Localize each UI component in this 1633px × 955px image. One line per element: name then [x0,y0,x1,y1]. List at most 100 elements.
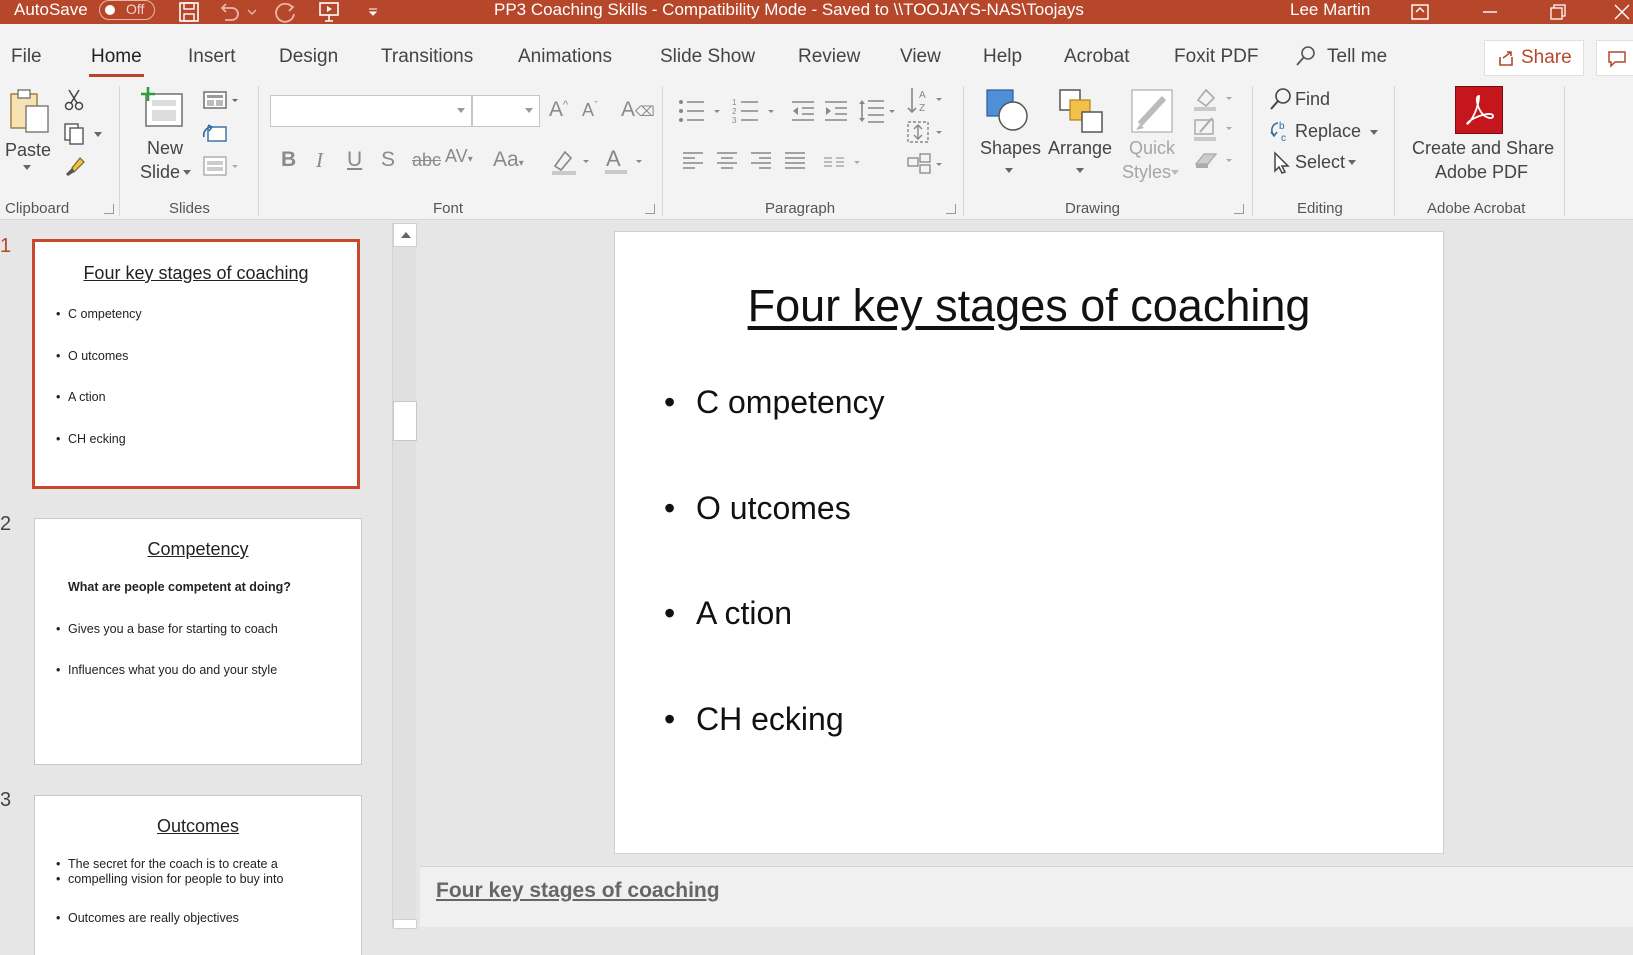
undo-dropdown-icon[interactable] [246,0,258,24]
justify-icon[interactable] [782,148,808,174]
slide-bullet[interactable]: A ction [664,595,792,632]
new-slide-icon[interactable] [140,86,186,130]
convert-to-smartart-icon[interactable] [906,152,944,176]
tab-help[interactable]: Help [983,46,1022,68]
select-label[interactable]: Select [1295,150,1345,174]
find-icon[interactable] [1268,86,1294,112]
paste-label[interactable]: Paste [5,138,51,162]
scroll-thumb[interactable] [393,401,417,441]
strikethrough-icon[interactable]: abc [412,150,441,171]
arrange-label[interactable]: Arrange [1048,136,1112,160]
tab-transitions[interactable]: Transitions [381,46,473,68]
paste-dropdown-icon[interactable] [20,162,34,172]
change-case-icon[interactable]: Aa▾ [493,148,524,172]
line-spacing-icon[interactable] [858,98,898,124]
adobe-pdf-icon[interactable] [1455,86,1503,134]
current-slide[interactable]: Four key stages of coaching C ompetency … [614,231,1444,854]
notes-text[interactable]: Four key stages of coaching [436,879,720,903]
replace-dropdown-icon[interactable] [1368,128,1380,136]
font-size-combo[interactable] [472,95,540,127]
undo-icon[interactable] [216,0,242,24]
tab-insert[interactable]: Insert [188,46,236,68]
select-cursor-icon[interactable] [1268,150,1294,176]
format-painter-icon[interactable] [62,154,86,178]
underline-icon[interactable]: U [347,148,362,172]
scroll-up-arrow-icon[interactable] [393,223,417,247]
font-launcher-icon[interactable] [645,204,655,214]
slide-bullet[interactable]: C ompetency [664,384,884,421]
quick-styles-label-2[interactable]: Styles [1122,160,1171,184]
shape-fill-icon[interactable] [1192,86,1238,112]
copy-icon[interactable] [62,122,86,146]
select-dropdown-icon[interactable] [1346,158,1358,166]
comments-button[interactable] [1596,40,1633,76]
user-name[interactable]: Lee Martin [1290,0,1370,20]
tab-slide-show[interactable]: Slide Show [660,46,755,68]
shapes-icon[interactable] [985,88,1031,134]
lightbulb-search-icon[interactable] [1295,45,1319,69]
thumbnail-scrollbar[interactable] [392,223,417,929]
slide-thumbnail-3[interactable]: Outcomes The secret for the coach is to … [34,795,362,955]
tab-file[interactable]: File [11,46,42,68]
character-spacing-icon[interactable]: AV▾ [445,146,473,167]
drawing-launcher-icon[interactable] [1234,204,1244,214]
increase-font-size-icon[interactable]: A^ [549,98,568,122]
italic-icon[interactable]: I [316,148,323,173]
shape-effects-icon[interactable] [1192,148,1238,174]
slide-bullet[interactable]: O utcomes [664,490,851,527]
shapes-dropdown-icon[interactable] [1003,166,1015,174]
bullets-icon[interactable] [678,98,726,124]
tab-animations[interactable]: Animations [518,46,612,68]
shapes-label[interactable]: Shapes [980,136,1041,160]
tab-view[interactable]: View [900,46,941,68]
find-label[interactable]: Find [1295,87,1330,111]
minimize-icon[interactable] [1478,0,1502,24]
tab-foxit-pdf[interactable]: Foxit PDF [1174,46,1258,68]
new-slide-dropdown-icon[interactable] [182,168,192,176]
redo-icon[interactable] [272,0,300,24]
autosave-toggle[interactable]: Off [99,0,155,20]
scroll-down-arrow-icon[interactable] [393,919,417,929]
section-icon[interactable] [202,154,242,178]
decrease-font-size-icon[interactable]: Aˇ [582,100,598,121]
quick-styles-icon[interactable] [1130,88,1176,134]
notes-pane[interactable]: Four key stages of coaching [420,866,1633,927]
paragraph-launcher-icon[interactable] [946,204,956,214]
font-color-icon[interactable]: A [602,144,646,176]
new-slide-label-2[interactable]: Slide [140,160,180,184]
slide-thumbnail-1[interactable]: Four key stages of coaching C ompetency … [32,239,360,489]
align-right-icon[interactable] [748,148,774,174]
bold-icon[interactable]: B [281,148,296,172]
new-slide-label-1[interactable]: New [147,136,183,160]
tab-review[interactable]: Review [798,46,860,68]
text-shadow-icon[interactable]: S [381,148,395,172]
quick-styles-label-1[interactable]: Quick [1129,136,1175,160]
tab-design[interactable]: Design [279,46,338,68]
font-name-combo[interactable] [270,95,472,127]
close-icon[interactable] [1612,0,1632,24]
increase-indent-icon[interactable] [822,98,850,124]
slide-bullet[interactable]: CH ecking [664,701,844,738]
share-button[interactable]: Share [1484,40,1584,76]
adobe-create-label-2[interactable]: Adobe PDF [1435,160,1528,184]
customize-toolbar-icon[interactable] [366,0,380,24]
columns-icon[interactable] [822,152,864,172]
ribbon-display-icon[interactable] [1408,0,1432,24]
copy-dropdown-icon[interactable] [93,130,103,138]
align-text-icon[interactable] [906,120,944,144]
replace-label[interactable]: Replace [1295,119,1361,143]
clear-formatting-icon[interactable]: A⌫ [621,98,655,122]
align-center-icon[interactable] [714,148,740,174]
slide-title[interactable]: Four key stages of coaching [615,280,1443,332]
reset-slide-icon[interactable] [202,122,228,146]
text-direction-icon[interactable]: AZ [906,86,944,114]
save-icon[interactable] [176,0,202,24]
decrease-indent-icon[interactable] [789,98,817,124]
tell-me-search[interactable]: Tell me [1327,46,1387,68]
arrange-icon[interactable] [1058,88,1104,134]
tab-acrobat[interactable]: Acrobat [1064,46,1129,68]
tab-home[interactable]: Home [89,46,144,77]
replace-icon[interactable]: bc [1268,118,1294,144]
arrange-dropdown-icon[interactable] [1074,166,1086,174]
highlight-color-icon[interactable] [549,146,593,176]
